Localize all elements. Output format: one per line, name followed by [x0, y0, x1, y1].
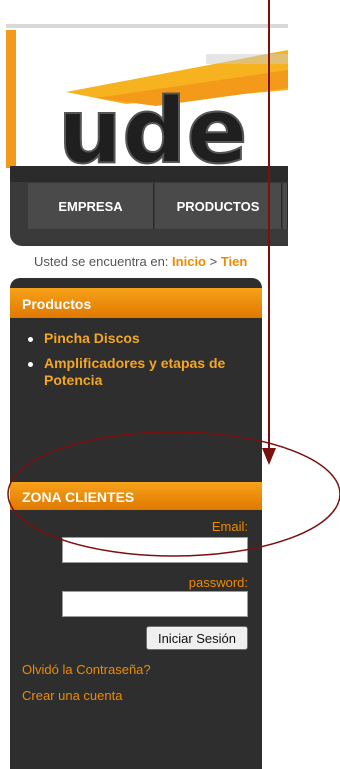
breadcrumb-home-link[interactable]: Inicio: [172, 254, 206, 269]
annotation-arrow-head-icon: [262, 448, 276, 465]
email-field-wrapper: [62, 537, 248, 563]
logo-text: ude: [58, 79, 248, 168]
top-strip: [0, 0, 340, 26]
login-button[interactable]: Iniciar Sesión: [146, 626, 248, 650]
password-field-wrapper: [62, 591, 248, 617]
bullet-icon: [28, 337, 33, 342]
product-item-label: Pincha Discos: [44, 330, 140, 346]
product-item-pincha-discos[interactable]: Pincha Discos: [24, 330, 256, 347]
email-label: Email:: [211, 519, 248, 534]
nav-tab-next[interactable]: [283, 183, 288, 229]
nav-tab-empresa[interactable]: EMPRESA: [28, 183, 154, 229]
product-list: Pincha Discos Amplificadores y etapas de…: [24, 330, 256, 397]
breadcrumb-prefix: Usted se encuentra en:: [34, 254, 169, 269]
forgot-password-link[interactable]: Olvidó la Contraseña?: [22, 662, 151, 677]
email-field[interactable]: [63, 538, 247, 562]
bullet-icon: [28, 362, 33, 367]
breadcrumb-current-link[interactable]: Tien: [221, 254, 248, 269]
password-label: password:: [188, 575, 248, 590]
logo-swoosh-icon: ude: [57, 50, 288, 168]
breadcrumb: Usted se encuentra en: Inicio > Tien: [34, 254, 288, 269]
products-heading: Productos: [10, 288, 262, 318]
create-account-link[interactable]: Crear una cuenta: [22, 688, 122, 703]
nav-tab-productos[interactable]: PRODUCTOS: [155, 183, 282, 229]
header-divider: [6, 24, 288, 28]
clients-heading: ZONA CLIENTES: [10, 482, 262, 510]
product-item-label: Amplificadores y etapas de Potencia: [44, 355, 226, 388]
site-logo[interactable]: ude: [6, 30, 288, 168]
nav-top-strip: [10, 166, 288, 182]
breadcrumb-separator: >: [209, 254, 218, 269]
product-item-amplificadores[interactable]: Amplificadores y etapas de Potencia: [24, 355, 256, 389]
password-field[interactable]: [63, 592, 247, 616]
